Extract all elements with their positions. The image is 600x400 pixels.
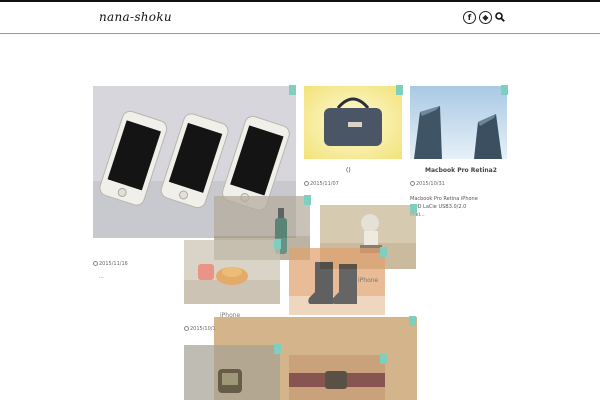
post-tag-iphones [289, 85, 296, 95]
post-tag-bottle [304, 195, 311, 205]
feedly-icon[interactable]: ◆ [479, 11, 492, 24]
post-image-buildings[interactable] [410, 86, 507, 159]
post-tag-ornament [410, 204, 417, 214]
post-excerpt-macbook-1: Macbook Pro Retina iPhone [410, 196, 478, 202]
post-image-orange[interactable] [184, 240, 280, 304]
post-tag-buildings [501, 85, 508, 95]
post-excerpt-iphones: ... [99, 274, 104, 280]
post-tag-watch [274, 344, 281, 354]
post-title-bag[interactable]: () [346, 167, 351, 174]
post-excerpt-macbook-2: HDD LaCie USB3.0/2.0 [410, 204, 467, 210]
post-image-watch[interactable] [184, 345, 280, 400]
post-date-bag: 2015/11/07 [304, 181, 339, 187]
site-header: nana-shoku f ◆ [0, 2, 600, 34]
post-tag-bottom [380, 354, 387, 364]
search-icon[interactable] [495, 12, 505, 22]
post-tag-boots [380, 247, 387, 257]
post-title-macbook[interactable]: Macbook Pro Retina2 [425, 167, 497, 174]
post-date-orange: 2015/10/1 [184, 326, 216, 332]
post-image-bottom[interactable] [289, 355, 385, 400]
post-tag-burlap [409, 316, 416, 326]
post-date-macbook: 2015/10/31 [410, 181, 445, 187]
post-image-bag[interactable] [304, 86, 402, 159]
site-logo[interactable]: nana-shoku [99, 10, 172, 24]
post-tag-bag [396, 85, 403, 95]
post-date-iphones: 2015/11/16 [93, 261, 128, 267]
facebook-icon[interactable]: f [463, 11, 476, 24]
post-tag-orange [274, 239, 281, 249]
post-title-boots[interactable]: iPhone [358, 277, 378, 284]
